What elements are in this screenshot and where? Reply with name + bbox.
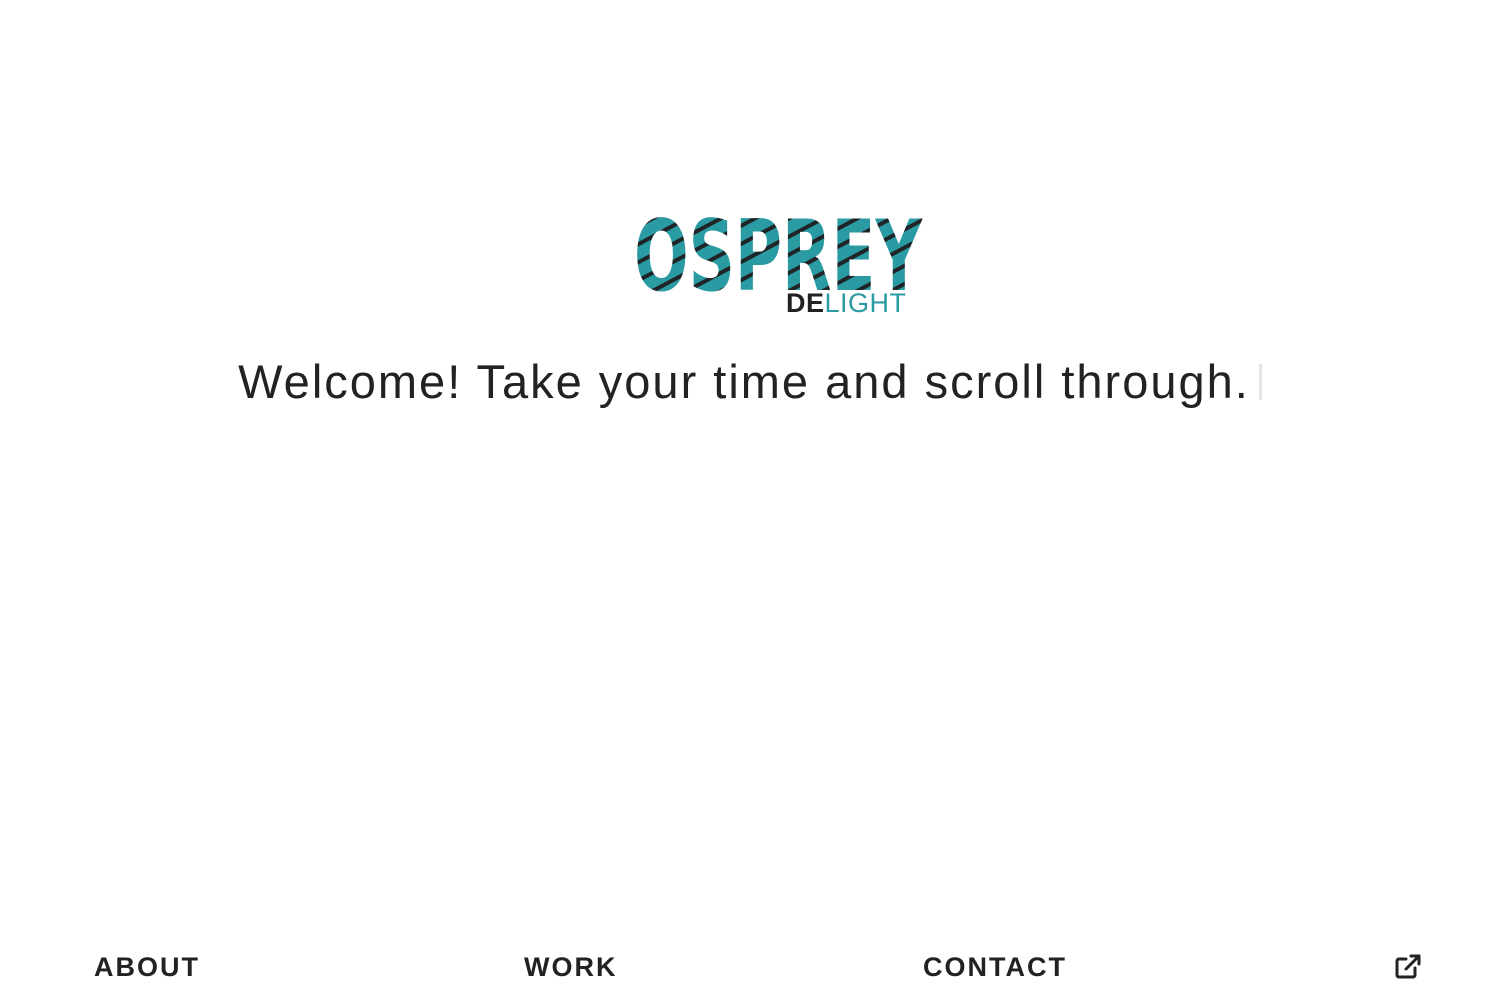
logo-subtitle: DELIGHT bbox=[786, 288, 907, 318]
welcome-message: Welcome! Take your time and scroll throu… bbox=[0, 354, 1500, 410]
nav-contact-link[interactable]: CONTACT bbox=[923, 950, 1067, 984]
logo-sub-bold: DE bbox=[786, 288, 825, 318]
logo[interactable]: OSPREY DELIGHT bbox=[634, 208, 924, 320]
nav-about-link[interactable]: ABOUT bbox=[94, 950, 200, 984]
osprey-wordmark: OSPREY bbox=[634, 208, 923, 293]
welcome-text-wrapper: Welcome! Take your time and scroll throu… bbox=[238, 354, 1262, 410]
logo-sub-light: LIGHT bbox=[824, 288, 907, 318]
nav-work-link[interactable]: WORK bbox=[524, 950, 617, 984]
welcome-text: Welcome! Take your time and scroll throu… bbox=[238, 355, 1250, 408]
page: OSPREY DELIGHT Welcome! Take your time a… bbox=[0, 0, 1500, 1000]
typing-caret bbox=[1258, 364, 1262, 400]
external-link-icon[interactable] bbox=[1393, 951, 1425, 983]
logo-main-text: OSPREY bbox=[634, 208, 923, 293]
